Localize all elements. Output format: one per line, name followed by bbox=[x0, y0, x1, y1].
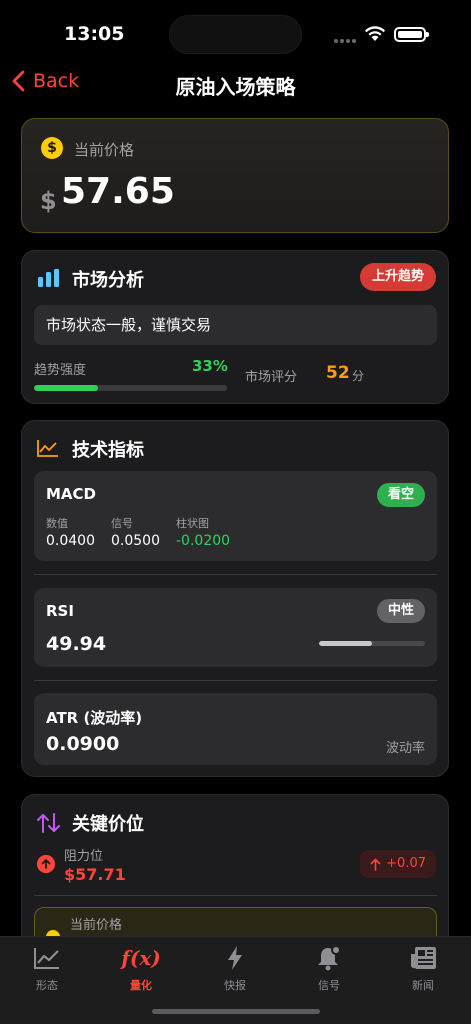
fx-icon: f(x) bbox=[121, 946, 161, 970]
battery-icon bbox=[394, 27, 429, 42]
wifi-icon bbox=[365, 26, 385, 41]
rsi-bar bbox=[319, 641, 425, 646]
tab-pattern[interactable]: 形态 bbox=[12, 943, 82, 993]
bar-chart-icon bbox=[38, 269, 59, 287]
newspaper-icon bbox=[411, 947, 436, 969]
line-chart-icon bbox=[37, 440, 58, 457]
market-state: 市场状态一般，谨慎交易 bbox=[34, 305, 437, 345]
page-title: 原油入场策略 bbox=[175, 75, 296, 99]
trend-strength-label: 趋势强度 bbox=[34, 363, 87, 378]
tab-label: 新闻 bbox=[412, 979, 434, 992]
macd-value: 0.0400 bbox=[46, 533, 95, 549]
macd-panel: MACD 看空 数值 信号 柱状图 0.0400 0.0500 -0.0200 bbox=[34, 471, 437, 561]
resistance-delta-badge: +0.07 bbox=[360, 850, 436, 878]
resistance-value: $57.71 bbox=[64, 865, 126, 884]
macd-signal-label: 信号 bbox=[111, 517, 133, 530]
market-analysis-card: 市场分析 上升趋势 市场状态一般，谨慎交易 趋势强度 33% 市场评分 52 分 bbox=[21, 250, 449, 404]
divider bbox=[34, 680, 437, 681]
arrow-up-icon bbox=[370, 858, 381, 871]
atr-panel: ATR (波动率) 0.0900 波动率 bbox=[34, 693, 437, 765]
tab-flash[interactable]: 快报 bbox=[200, 943, 270, 993]
market-title: 市场分析 bbox=[72, 270, 144, 291]
technical-indicators-card: 技术指标 MACD 看空 数值 信号 柱状图 0.0400 0.0500 -0.… bbox=[21, 420, 449, 777]
bell-icon bbox=[318, 945, 341, 971]
resistance-label: 阻力位 bbox=[64, 849, 104, 864]
price-value: 57.65 bbox=[61, 171, 175, 212]
dynamic-island bbox=[169, 15, 302, 54]
current-price-card: $ 当前价格 $ 57.65 bbox=[21, 118, 449, 233]
current-price-level: 当前价格 bbox=[34, 907, 437, 936]
tab-label: 信号 bbox=[318, 979, 340, 992]
atr-title: ATR (波动率) bbox=[46, 709, 143, 727]
current-price-level-label: 当前价格 bbox=[70, 918, 123, 933]
rsi-value: 49.94 bbox=[46, 633, 107, 655]
price-label: 当前价格 bbox=[74, 141, 135, 159]
status-bar: 13:05 bbox=[0, 0, 471, 66]
tab-signal[interactable]: 信号 bbox=[294, 943, 364, 993]
rsi-title: RSI bbox=[46, 602, 74, 620]
macd-title: MACD bbox=[46, 485, 96, 503]
status-time: 13:05 bbox=[64, 23, 125, 45]
atr-value: 0.0900 bbox=[46, 733, 120, 755]
tab-label: 量化 bbox=[130, 979, 152, 992]
rsi-panel: RSI 中性 49.94 bbox=[34, 588, 437, 667]
currency-symbol: $ bbox=[40, 187, 57, 215]
home-indicator[interactable] bbox=[152, 1009, 320, 1014]
macd-histogram-value: -0.0200 bbox=[176, 533, 231, 549]
tab-label: 快报 bbox=[224, 979, 246, 992]
tab-quant[interactable]: f(x) 量化 bbox=[106, 943, 176, 993]
chart-line-icon bbox=[34, 948, 59, 969]
tech-title: 技术指标 bbox=[72, 440, 144, 461]
trend-strength-bar bbox=[34, 385, 227, 391]
navigation-bar: Back 原油入场策略 bbox=[0, 66, 471, 108]
divider bbox=[34, 574, 437, 575]
scroll-content[interactable]: $ 当前价格 $ 57.65 市场分析 上升趋势 市场状态一般，谨慎交易 趋势强… bbox=[0, 108, 471, 936]
bolt-icon bbox=[228, 946, 242, 970]
market-score-label: 市场评分 bbox=[245, 370, 298, 385]
market-score-value: 52 bbox=[326, 363, 350, 383]
trend-strength-value: 33% bbox=[192, 357, 228, 375]
key-title: 关键价位 bbox=[72, 814, 144, 835]
tab-label: 形态 bbox=[36, 979, 58, 992]
tab-news[interactable]: 新闻 bbox=[388, 943, 458, 993]
key-price-levels-card: 关键价位 阻力位 $57.71 +0.07 当前价格 bbox=[21, 794, 449, 936]
rsi-badge: 中性 bbox=[376, 599, 425, 623]
macd-signal-value: 0.0500 bbox=[111, 533, 160, 549]
atr-caption: 波动率 bbox=[385, 741, 425, 756]
divider bbox=[34, 895, 437, 896]
macd-value-label: 数值 bbox=[46, 517, 68, 530]
market-score-unit: 分 bbox=[352, 369, 365, 383]
arrow-up-circle-icon bbox=[37, 855, 55, 873]
resistance-delta: +0.07 bbox=[386, 856, 426, 871]
up-down-arrows-icon bbox=[37, 813, 60, 833]
trend-badge: 上升趋势 bbox=[359, 263, 436, 291]
macd-badge: 看空 bbox=[376, 483, 425, 507]
dollar-coin-icon: $ bbox=[41, 137, 63, 159]
macd-histogram-label: 柱状图 bbox=[176, 517, 209, 530]
